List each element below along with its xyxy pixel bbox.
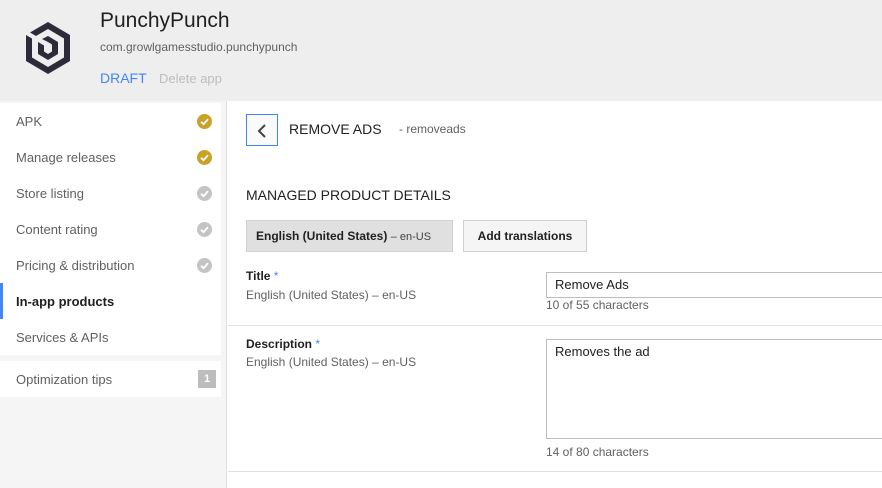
title-field-language: English (United States) – en-US: [246, 288, 417, 302]
language-tab-code: – en-US: [390, 231, 432, 243]
sidebar-item-label: Manage releases: [16, 150, 116, 165]
description-textarea[interactable]: Removes the ad: [546, 339, 882, 439]
title-field-label: Title *: [246, 269, 278, 283]
app-header: PunchyPunch com.growlgamesstudio.punchyp…: [0, 0, 882, 101]
check-pending-icon: [197, 258, 212, 273]
sidebar-item-pricing-distribution[interactable]: Pricing & distribution: [0, 247, 221, 283]
title-label-text: Title: [246, 269, 271, 283]
language-tab-name: English (United States): [256, 229, 388, 243]
sidebar-item-apk[interactable]: APK: [0, 103, 221, 139]
add-translations-button[interactable]: Add translations: [463, 220, 587, 252]
sidebar-item-in-app-products[interactable]: In-app products: [0, 283, 221, 319]
section-title: MANAGED PRODUCT DETAILS: [246, 187, 451, 203]
required-marker: *: [315, 337, 321, 351]
check-complete-icon: [197, 114, 212, 129]
chevron-left-icon: [257, 124, 266, 138]
title-char-counter: 10 of 55 characters: [546, 298, 649, 312]
sidebar-item-label: Optimization tips: [16, 372, 113, 387]
sidebar-item-label: Services & APIs: [16, 330, 109, 345]
sidebar-item-manage-releases[interactable]: Manage releases: [0, 139, 221, 175]
main-content: REMOVE ADS - removeads MANAGED PRODUCT D…: [228, 101, 882, 488]
title-input[interactable]: Remove Ads: [546, 272, 882, 298]
required-marker: *: [273, 269, 279, 283]
language-tab-en-us[interactable]: English (United States) – en-US: [246, 220, 453, 252]
description-char-counter: 14 of 80 characters: [546, 445, 649, 459]
sidebar-item-store-listing[interactable]: Store listing: [0, 175, 221, 211]
sidebar-item-label: Content rating: [16, 222, 98, 237]
sidebar-item-label: Store listing: [16, 186, 84, 201]
divider: [228, 325, 882, 326]
sidebar-item-label: In-app products: [16, 294, 115, 309]
description-label-text: Description: [246, 337, 313, 351]
product-title: REMOVE ADS: [289, 121, 382, 137]
sidebar-item-optimization-tips[interactable]: Optimization tips 1: [0, 361, 221, 397]
sidebar-item-services-apis[interactable]: Services & APIs: [0, 319, 221, 355]
sidebar-item-label: APK: [16, 114, 43, 129]
unity-logo-icon: [22, 20, 74, 76]
count-badge: 1: [198, 370, 216, 388]
check-pending-icon: [197, 186, 212, 201]
sidebar-item-label: Pricing & distribution: [16, 258, 135, 273]
description-field-label: Description *: [246, 337, 320, 351]
app-package-name: com.growlgamesstudio.punchypunch: [100, 40, 298, 54]
sidebar-item-content-rating[interactable]: Content rating: [0, 211, 221, 247]
delete-app-link[interactable]: Delete app: [159, 71, 222, 86]
description-field-language: English (United States) – en-US: [246, 355, 417, 369]
sidebar: APK Manage releases Store listing Conten…: [0, 101, 227, 488]
draft-status-link[interactable]: DRAFT: [100, 70, 147, 86]
divider: [228, 471, 882, 472]
product-id: - removeads: [399, 122, 466, 136]
check-complete-icon: [197, 150, 212, 165]
back-button[interactable]: [246, 114, 278, 146]
check-pending-icon: [197, 222, 212, 237]
app-title: PunchyPunch: [100, 9, 230, 32]
